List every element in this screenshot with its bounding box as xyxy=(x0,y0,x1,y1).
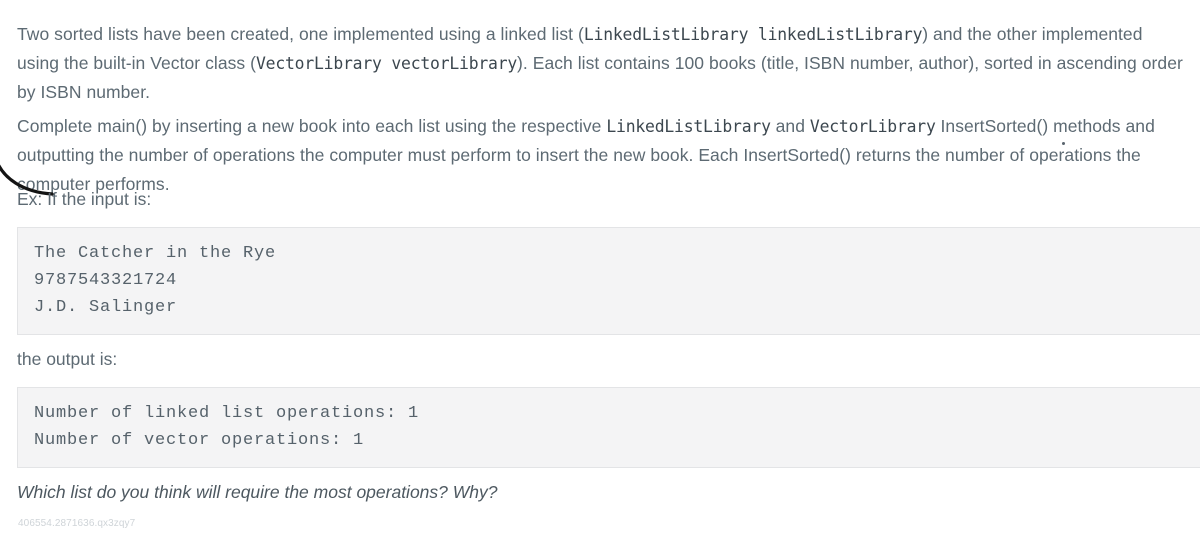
input-line-title: The Catcher in the Rye xyxy=(34,244,277,263)
input-line-isbn: 9787543321724 xyxy=(34,271,178,290)
inline-code-linkedlistlibrary: LinkedListLibrary xyxy=(606,116,771,136)
ink-dot-artifact xyxy=(1062,142,1065,145)
reflection-question: Which list do you think will require the… xyxy=(17,482,498,502)
inline-code-linkedlistlibrary-decl: LinkedListLibrary linkedListLibrary xyxy=(583,24,923,44)
output-label: the output is: xyxy=(17,349,118,369)
assignment-identifier: 406554.2871636.qx3zqy7 xyxy=(18,518,136,529)
paragraph-2-segment-2: and xyxy=(770,115,810,136)
output-line-vector: Number of vector operations: 1 xyxy=(34,431,365,450)
input-code-block: The Catcher in the Rye 9787543321724 J.D… xyxy=(17,227,1200,335)
paragraph-2-segment-1: Complete main() by inserting a new book … xyxy=(17,115,607,136)
paragraph-problem-description: Two sorted lists have been created, one … xyxy=(17,20,1183,107)
example-input-label: Ex: If the input is: xyxy=(17,189,152,209)
inline-code-vectorlibrary: VectorLibrary xyxy=(809,116,936,136)
assignment-page: Two sorted lists have been created, one … xyxy=(0,0,1200,545)
paragraph-1-segment-1: Two sorted lists have been created, one … xyxy=(17,23,584,44)
output-line-linked-list: Number of linked list operations: 1 xyxy=(34,404,420,423)
input-line-author: J.D. Salinger xyxy=(34,298,178,317)
inline-code-vectorlibrary-decl: VectorLibrary vectorLibrary xyxy=(256,53,518,73)
output-code-block: Number of linked list operations: 1 Numb… xyxy=(17,387,1200,468)
paragraph-task-instructions: Complete main() by inserting a new book … xyxy=(17,112,1183,199)
